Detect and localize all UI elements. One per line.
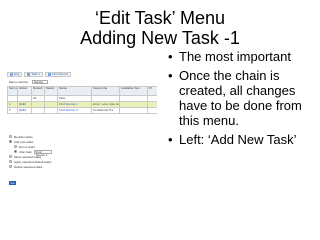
menu-controls-row: Menu controls: Source <box>9 80 48 84</box>
radio-icon[interactable] <box>9 155 12 158</box>
breadcrumb-item-label: Task 1 <box>31 72 41 76</box>
option-label: Run a chain <box>19 144 36 149</box>
bullet-item: • Once the chain is created, all changes … <box>168 68 316 128</box>
option-label: After task <box>19 149 32 154</box>
folder-icon <box>27 72 31 76</box>
bullet-glyph: • <box>168 49 173 64</box>
edit-task-menu-screenshot: Eng Task 1 Find Source Menu controls: So… <box>6 70 157 215</box>
task-options: Reorder tasks Add new tasks Run a chain … <box>9 134 109 169</box>
bullet-text: Left: ‘Add New Task’ <box>179 132 297 147</box>
slide: ‘Edit Task’ Menu Adding New Task -1 Eng … <box>0 0 320 240</box>
table-cell: 2 <box>7 107 18 114</box>
bullet-glyph: • <box>168 132 173 147</box>
breadcrumb-item-label: Find Source <box>52 72 69 76</box>
radio-icon[interactable] <box>9 165 12 168</box>
bullet-text: Once the chain is created, all changes h… <box>179 68 302 128</box>
bullet-glyph: • <box>168 68 173 83</box>
table-cell <box>31 107 45 114</box>
bullet-list: • The most important • Once the chain is c… <box>168 49 316 151</box>
column-header[interactable]: Sort order <box>7 86 18 96</box>
option-delete-selected[interactable]: Delete selected tasks <box>9 164 109 169</box>
breadcrumb: Eng Task 1 Find Source <box>7 71 72 77</box>
column-header[interactable]: Pr <box>147 86 157 96</box>
option-label: Delete selected tasks <box>14 164 43 169</box>
radio-icon[interactable] <box>9 140 12 143</box>
slide-title-line-2: Adding New Task -1 <box>80 28 240 48</box>
option-label: Reorder tasks <box>14 134 33 139</box>
column-header[interactable]: Default <box>31 86 45 96</box>
folder-icon <box>10 72 13 76</box>
option-label: Add new tasks <box>14 139 34 144</box>
menu-controls-label: Menu controls: <box>9 80 29 84</box>
radio-icon[interactable] <box>9 160 12 163</box>
column-header[interactable]: Action <box>17 86 32 96</box>
table-cell <box>119 107 148 114</box>
option-label: Move selected tasks <box>14 154 42 159</box>
bullet-item: • Left: ‘Add New Task’ <box>168 132 316 147</box>
table-cell[interactable]: Find Source 2 <box>57 107 92 114</box>
table-header-row: Sort order Action Default Select Name So… <box>7 86 157 96</box>
breadcrumb-item[interactable]: Task 1 <box>24 71 44 77</box>
menu-controls-select[interactable]: Source <box>31 80 48 84</box>
radio-icon[interactable] <box>9 135 12 138</box>
bullet-item: • The most important <box>168 49 316 64</box>
slide-title-line-1: ‘Edit Task’ Menu <box>94 8 226 28</box>
option-label: Apply selected default tasks <box>14 159 52 164</box>
folder-icon <box>48 72 52 76</box>
column-header[interactable]: Source file <box>91 86 120 96</box>
column-header[interactable]: Select <box>44 86 58 96</box>
task-table: Sort order Action Default Select Name So… <box>7 86 157 114</box>
slide-title: ‘Edit Task’ Menu Adding New Task -1 <box>0 8 320 48</box>
edit-link[interactable]: [Edit] <box>17 107 32 114</box>
after-task-select[interactable]: Find Source 1 <box>33 149 52 156</box>
breadcrumb-item-label: Eng <box>14 72 20 76</box>
column-header[interactable]: Available from <box>119 86 148 96</box>
breadcrumb-item[interactable]: Find Source <box>45 71 72 77</box>
radio-icon[interactable] <box>14 150 17 153</box>
table-cell: Conditional Tra <box>91 107 120 114</box>
radio-icon[interactable] <box>14 145 17 148</box>
go-button[interactable]: Go <box>9 181 16 185</box>
breadcrumb-item[interactable]: Eng <box>7 71 23 77</box>
bullet-text: The most important <box>179 49 291 64</box>
column-header[interactable]: Name <box>57 86 92 96</box>
table-cell[interactable] <box>44 107 58 114</box>
table-row[interactable]: 2 [Edit] Find Source 2 Conditional Tra <box>7 107 157 114</box>
table-cell <box>147 107 157 114</box>
